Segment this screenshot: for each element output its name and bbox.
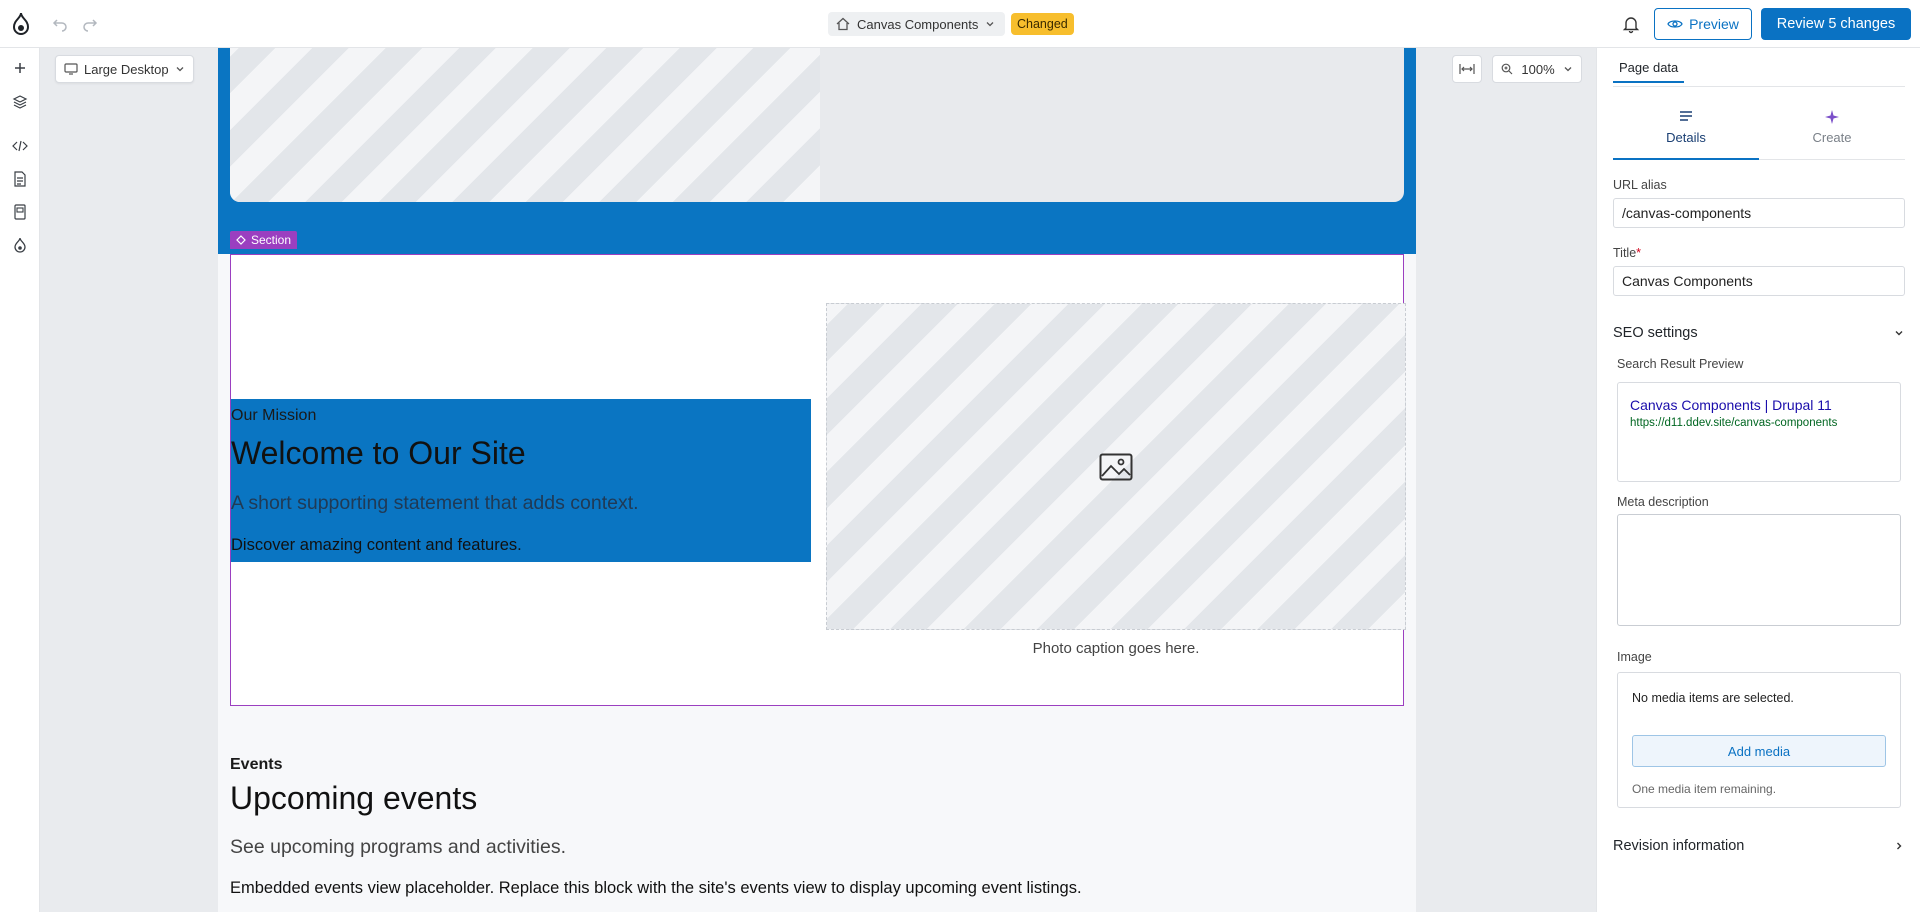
left-rail	[0, 48, 40, 912]
image-icon	[1099, 453, 1133, 480]
events-heading: Upcoming events	[230, 780, 478, 816]
mission-block[interactable]: Our Mission Welcome to Our Site A short …	[231, 399, 811, 562]
tab-create[interactable]: Create	[1759, 104, 1905, 160]
layers-icon[interactable]	[10, 92, 30, 112]
page-data-panel: Page data Details Create URL alias /canv…	[1596, 48, 1920, 912]
hero-band	[218, 48, 1416, 254]
bell-icon[interactable]	[1620, 13, 1642, 35]
tab-details[interactable]: Details	[1613, 104, 1759, 160]
meta-description-textarea[interactable]	[1617, 514, 1901, 626]
zoom-selector[interactable]: 100%	[1492, 55, 1582, 83]
panel-subtabs: Details Create	[1613, 104, 1905, 160]
device-selector-label: Large Desktop	[84, 61, 169, 77]
hero-image-placeholder	[230, 48, 820, 202]
no-media-text: No media items are selected.	[1632, 691, 1794, 705]
image-label: Image	[1617, 650, 1652, 664]
chevron-down-icon	[986, 22, 994, 27]
mission-heading: Welcome to Our Site	[231, 435, 526, 471]
image-caption: Photo caption goes here.	[1032, 640, 1200, 657]
device-selector[interactable]: Large Desktop	[55, 55, 194, 83]
home-icon	[836, 17, 850, 31]
page-preview: Section Our Mission Welcome to Our Site …	[218, 48, 1416, 912]
mission-subtitle: A short supporting statement that adds c…	[231, 492, 639, 514]
page-selector-label: Canvas Components	[857, 16, 979, 32]
preview-button-label: Preview	[1689, 16, 1739, 32]
search-result-preview: Canvas Components | Drupal 11 https://d1…	[1617, 382, 1901, 482]
zoom-level: 100%	[1521, 61, 1555, 77]
document-icon[interactable]	[10, 169, 30, 189]
tab-divider	[1613, 86, 1905, 87]
section-label[interactable]: Section	[230, 231, 298, 249]
mission-eyebrow: Our Mission	[231, 407, 317, 424]
section-label-text: Section	[251, 233, 292, 247]
fit-width-icon	[1459, 64, 1475, 74]
serp-title: Canvas Components | Drupal 11	[1630, 397, 1832, 413]
add-icon[interactable]	[10, 58, 30, 78]
url-alias-label: URL alias	[1613, 178, 1667, 192]
monitor-icon	[64, 63, 78, 75]
status-badge: Changed	[1011, 13, 1074, 35]
required-marker: *	[1636, 246, 1642, 260]
image-placeholder[interactable]	[826, 303, 1406, 630]
mission-body: Discover amazing content and features.	[231, 536, 522, 554]
events-eyebrow: Events	[230, 756, 283, 773]
serp-url: https://d11.ddev.site/canvas-components	[1630, 417, 1838, 429]
media-remaining-text: One media item remaining.	[1632, 782, 1777, 796]
tab-create-label: Create	[1812, 130, 1852, 145]
library-icon[interactable]	[10, 202, 30, 222]
page-selector[interactable]: Canvas Components	[828, 12, 1006, 36]
chevron-down-icon	[176, 67, 184, 72]
revision-information-toggle[interactable]: Revision information	[1613, 834, 1905, 858]
top-bar: Canvas Components Changed Preview Review…	[0, 0, 1920, 48]
drupal-drop-icon[interactable]	[10, 235, 30, 255]
editor-canvas: Section Our Mission Welcome to Our Site …	[40, 48, 1596, 912]
revision-information-heading: Revision information	[1613, 838, 1745, 854]
drupal-logo-icon[interactable]	[10, 12, 32, 36]
undo-icon[interactable]	[50, 14, 70, 34]
chevron-down-icon	[1564, 67, 1572, 72]
fit-width-button[interactable]	[1452, 55, 1482, 83]
code-icon[interactable]	[10, 136, 30, 156]
redo-icon[interactable]	[80, 14, 100, 34]
image-field: No media items are selected. Add media O…	[1617, 672, 1901, 808]
review-changes-button[interactable]: Review 5 changes	[1761, 8, 1911, 40]
selected-section[interactable]: Our Mission Welcome to Our Site A short …	[230, 254, 1406, 706]
title-label: Title*	[1613, 246, 1641, 260]
search-preview-label: Search Result Preview	[1617, 357, 1744, 371]
events-subtitle: See upcoming programs and activities.	[230, 836, 567, 858]
meta-description-label: Meta description	[1617, 495, 1709, 509]
title-label-text: Title	[1613, 246, 1637, 260]
sparkle-icon	[1825, 110, 1839, 124]
preview-button[interactable]: Preview	[1654, 8, 1752, 40]
tab-details-label: Details	[1666, 130, 1706, 145]
events-body: Embedded events view placeholder. Replac…	[230, 879, 1082, 897]
seo-settings-heading: SEO settings	[1613, 325, 1698, 341]
seo-settings-toggle[interactable]: SEO settings	[1613, 321, 1905, 345]
add-media-button[interactable]: Add media	[1632, 735, 1886, 767]
eye-icon	[1667, 20, 1683, 28]
chevron-down-icon	[1895, 331, 1903, 336]
details-icon	[1680, 111, 1692, 121]
url-alias-input[interactable]: /canvas-components	[1613, 198, 1905, 228]
zoom-icon	[1501, 63, 1513, 75]
title-input[interactable]: Canvas Components	[1613, 266, 1905, 296]
hero-card[interactable]	[230, 48, 1404, 202]
chevron-right-icon	[1897, 842, 1902, 850]
component-icon	[236, 235, 246, 245]
tab-page-data[interactable]: Page data	[1613, 60, 1685, 83]
